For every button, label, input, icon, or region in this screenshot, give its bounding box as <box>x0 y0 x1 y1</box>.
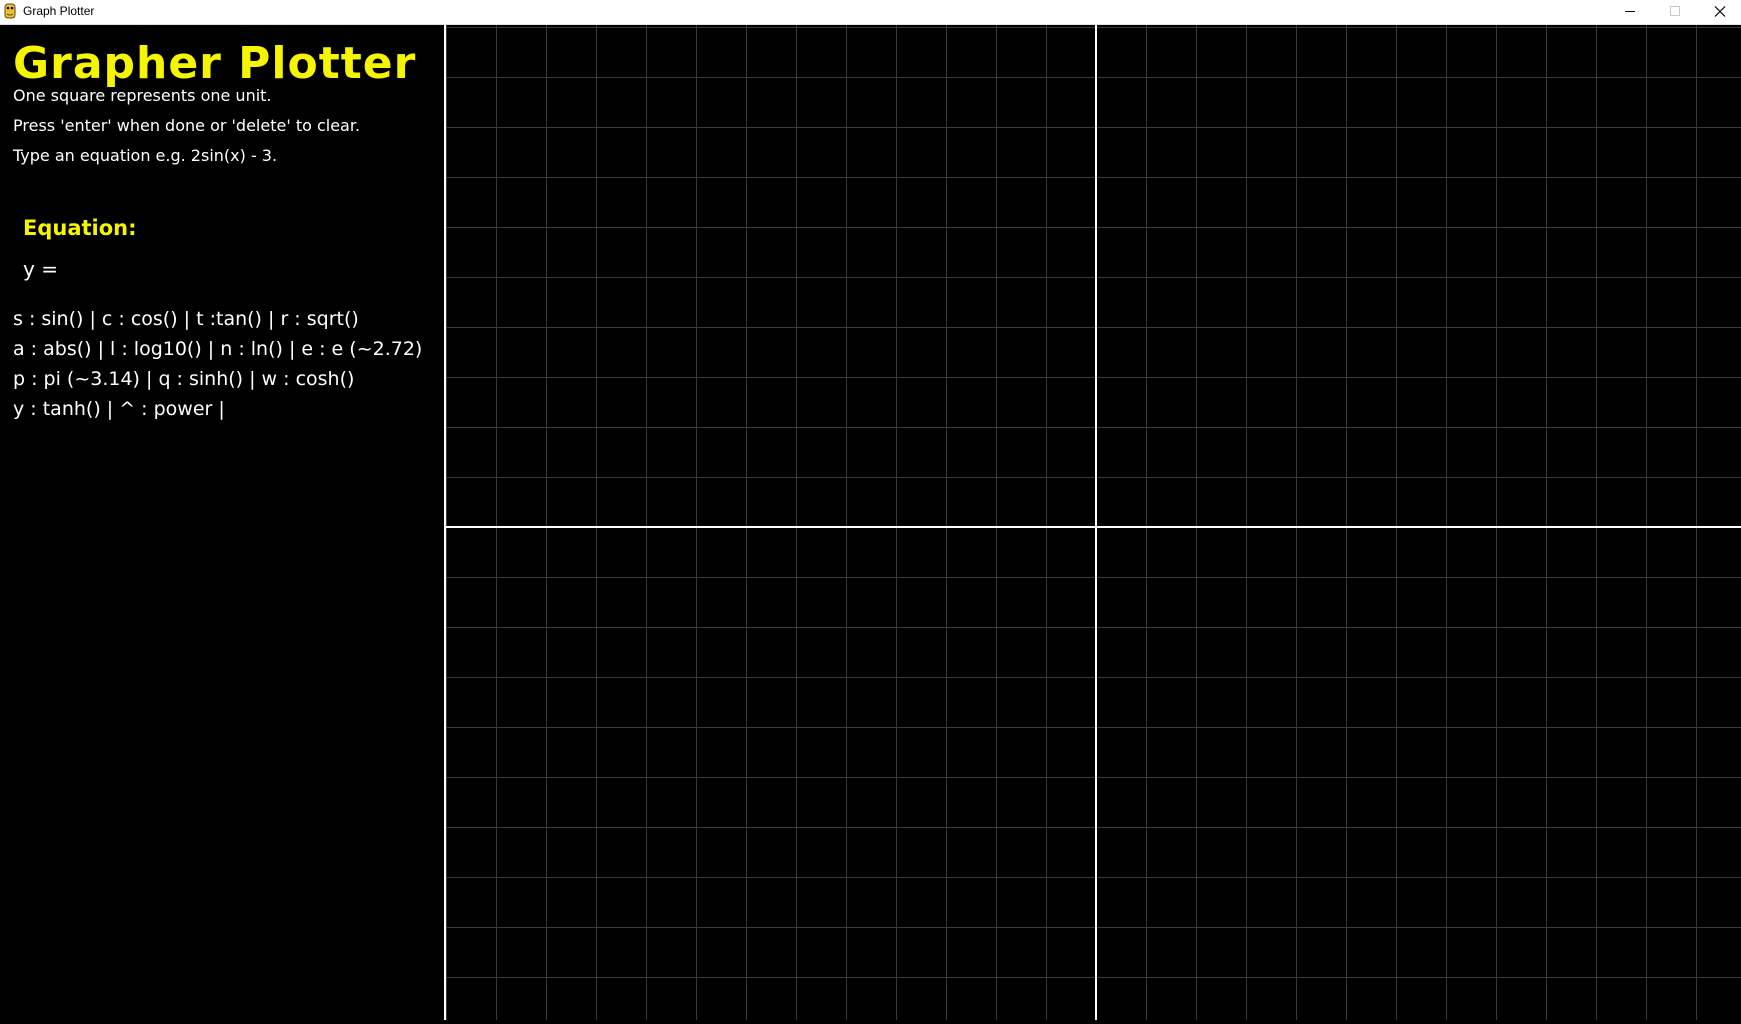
equation-label: Equation: <box>23 216 137 240</box>
minimize-button[interactable] <box>1607 0 1653 24</box>
function-reference-line: a : abs() | l : log10() | n : ln() | e :… <box>13 338 423 360</box>
graph-grid <box>446 25 1741 1020</box>
function-reference-line: y : tanh() | ^ : power | <box>13 398 225 420</box>
window-title: Graph Plotter <box>23 4 95 18</box>
function-reference-line: p : pi (~3.14) | q : sinh() | w : cosh() <box>13 368 355 390</box>
minimize-icon <box>1625 11 1635 12</box>
graph-canvas[interactable] <box>444 25 1741 1020</box>
maximize-icon <box>1670 6 1680 16</box>
close-button[interactable] <box>1697 0 1741 24</box>
window-titlebar[interactable]: Graph Plotter <box>0 0 1741 25</box>
function-reference-line: s : sin() | c : cos() | t :tan() | r : s… <box>13 308 359 330</box>
sidebar-panel: Grapher Plotter One square represents on… <box>0 25 444 1020</box>
python-snake-icon <box>4 3 16 19</box>
close-icon <box>1714 6 1726 17</box>
maximize-button[interactable] <box>1652 0 1698 24</box>
app-heading: Grapher Plotter <box>13 38 417 89</box>
hint-unit: One square represents one unit. <box>13 86 272 105</box>
hint-enter-delete: Press 'enter' when done or 'delete' to c… <box>13 116 361 135</box>
hint-example: Type an equation e.g. 2sin(x) - 3. <box>13 146 278 165</box>
equation-input[interactable]: y = <box>23 255 403 283</box>
